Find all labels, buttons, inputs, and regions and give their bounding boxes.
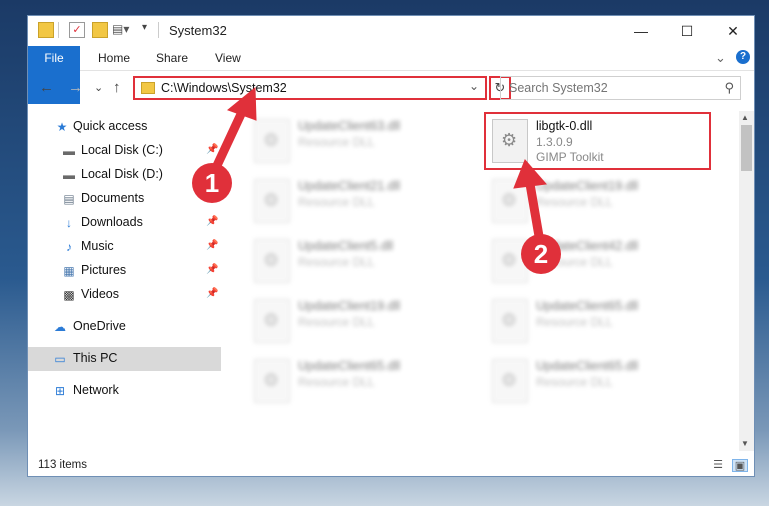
annotation-arrows	[209, 86, 547, 243]
step-2-badge: 2	[521, 234, 561, 274]
arrow-1-head	[226, 86, 257, 121]
step-1-badge: 1	[192, 163, 232, 203]
arrow-2-head	[513, 159, 547, 189]
